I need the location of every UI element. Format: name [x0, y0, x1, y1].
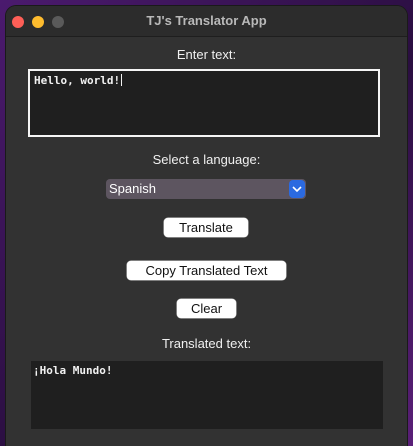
title-bar: TJ's Translator App	[6, 6, 407, 37]
input-text-value: Hello, world!	[34, 74, 121, 87]
clear-button[interactable]: Clear	[177, 299, 236, 318]
app-window: TJ's Translator App Enter text: Hello, w…	[6, 6, 407, 446]
language-select-value: Spanish	[109, 181, 156, 196]
output-label: Translated text:	[161, 336, 252, 351]
input-text-field[interactable]: Hello, world!	[28, 69, 380, 137]
copy-translated-text-button[interactable]: Copy Translated Text	[127, 261, 286, 280]
language-select[interactable]: Spanish	[106, 179, 306, 199]
input-label: Enter text:	[176, 47, 237, 62]
chevron-down-icon[interactable]	[289, 180, 305, 198]
window-title: TJ's Translator App	[146, 13, 267, 28]
output-text-value: ¡Hola Mundo!	[33, 364, 113, 377]
text-caret	[121, 74, 123, 86]
language-label: Select a language:	[152, 152, 261, 167]
output-text-area[interactable]: ¡Hola Mundo!	[31, 361, 383, 429]
translate-button[interactable]: Translate	[164, 218, 248, 237]
